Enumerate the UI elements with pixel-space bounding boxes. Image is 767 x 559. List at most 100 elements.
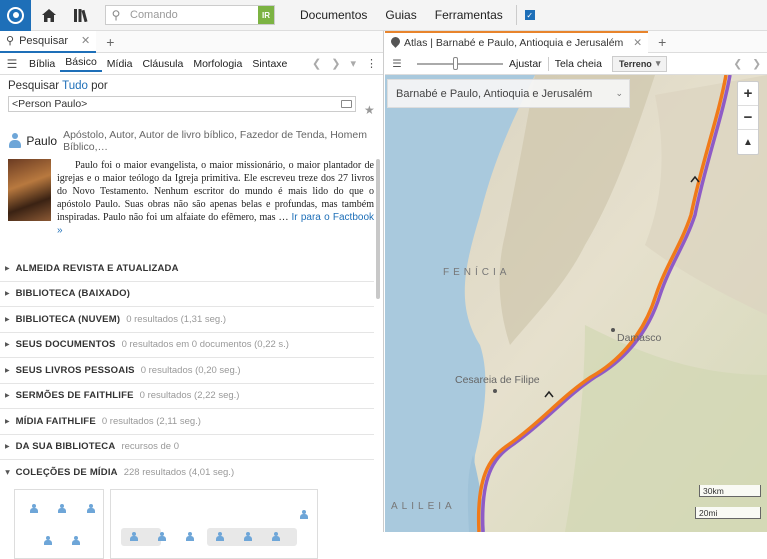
result-name: BIBLIOTECA (BAIXADO) [15,288,131,300]
keyboard-icon[interactable] [341,100,352,108]
search-query: <Person Paulo> [12,98,88,110]
factbook-title[interactable]: Paulo [26,134,57,148]
person-icon [185,532,195,542]
result-row[interactable]: ▶ SEUS LIVROS PESSOAIS 0 resultados (0,20 … [0,358,374,384]
subtab-biblia[interactable]: Bíblia [24,58,60,70]
library-icon[interactable] [67,0,95,31]
chevron-down-icon[interactable]: ▾ [350,57,356,70]
media-collection-card[interactable] [14,489,104,559]
more-options-icon[interactable]: ⋮ [366,57,377,70]
person-icon [29,504,39,514]
tab-atlas-label: Atlas | Barnabé e Paulo, Antioquia e Jer… [404,36,624,49]
menu-guias[interactable]: Guias [376,8,425,22]
zoom-in-button[interactable]: + [738,82,758,106]
media-collection-card[interactable] [110,489,318,559]
layer-select-value: Terreno [618,58,652,69]
menu-documentos[interactable]: Documentos [291,8,376,22]
zoom-out-button[interactable]: − [738,106,758,130]
back-arrow-icon[interactable]: ❮ [312,57,321,70]
panel-nav: ❮ ❯ ▾ ⋮ [312,57,383,70]
star-icon[interactable]: ★ [364,103,375,117]
result-row[interactable]: ▶ BIBLIOTECA (NUVEM) 0 resultados (1,31 se… [0,307,374,333]
go-button[interactable]: IR [258,6,274,24]
result-row[interactable]: ▶ SERMÕES DE FAITHLIFE 0 resultados (2,22 … [0,384,374,409]
expand-triangle-icon[interactable]: ▶ [5,290,10,297]
main-menu: Documentos Guias Ferramentas [291,8,512,22]
command-box[interactable]: ⚲ Comando IR [105,5,275,25]
result-name: SEUS DOCUMENTOS [15,339,116,351]
result-meta: recursos de 0 [121,441,179,453]
subtab-morfologia[interactable]: Morfologia [188,58,247,70]
search-scope-line: Pesquisar Tudo por [0,75,383,94]
result-name: MÍDIA FAITHLIFE [15,415,96,427]
atlas-toolbar: ☰ Ajustar Tela cheia Terreno ▾ ❮ ❯ [385,53,767,75]
city-label[interactable]: Cesareia de Filipe [455,374,540,386]
menu-ferramentas[interactable]: Ferramentas [426,8,512,22]
expand-triangle-icon[interactable]: ▶ [5,316,10,323]
factbook-header: Paulo Apóstolo, Autor, Autor de livro bí… [8,129,374,153]
back-arrow-icon[interactable]: ❮ [733,58,742,70]
city-label[interactable]: Damasco [617,332,661,344]
map-zoom-controls: + − ▲ [737,81,759,155]
result-row[interactable]: ▶ MÍDIA FAITHLIFE 0 resultados (2,11 seg.) [0,409,374,435]
zoom-slider[interactable] [417,56,503,70]
search-scope-link[interactable]: Tudo [62,80,88,92]
layer-select[interactable]: Terreno ▾ [611,55,668,72]
hamburger-menu-icon[interactable]: ☰ [385,58,409,70]
chevron-double-down-icon[interactable]: ⌄ [615,88,623,99]
map-pin-icon [389,35,402,48]
tab-pesquisar[interactable]: ⚲ Pesquisar ✕ [0,30,97,53]
expand-triangle-icon[interactable]: ▶ [5,392,10,399]
scrollbar[interactable] [376,159,380,299]
paul-portrait-image[interactable] [8,159,51,221]
map-title-panel[interactable]: Barnabé e Paulo, Antioquia e Jerusalém ⌄ [387,79,630,108]
result-row[interactable]: ▶ BIBLIOTECA (BAIXADO) [0,282,374,307]
expand-triangle-icon[interactable]: ▶ [5,443,10,450]
expand-triangle-icon[interactable]: ▶ [4,470,11,475]
fit-button[interactable]: Ajustar [503,58,548,70]
close-icon[interactable]: ✕ [633,37,642,49]
subtab-midia[interactable]: Mídia [102,58,138,70]
zoom-slider-handle[interactable] [453,56,458,70]
factbook-body: Paulo foi o maior evangelista, o maior m… [8,159,374,237]
search-input[interactable]: <Person Paulo> [8,96,356,112]
add-tab-icon[interactable]: + [658,34,666,50]
scale-bar-km: 30km [699,485,761,497]
checklist-icon[interactable]: ✓ [524,10,535,20]
result-meta: 0 resultados em 0 documentos (0,22 s.) [121,339,289,351]
result-row[interactable]: ▶ COLEÇÕES DE MÍDIA 228 resultados (4,01 s… [0,460,374,486]
expand-triangle-icon[interactable]: ▶ [5,418,10,425]
terrain-map [385,75,767,532]
command-input[interactable]: Comando [126,9,258,21]
forward-arrow-icon[interactable]: ❯ [331,57,340,70]
map-canvas[interactable]: Barnabé e Paulo, Antioquia e Jerusalém ⌄… [385,75,767,532]
expand-triangle-icon[interactable]: ▶ [5,367,10,374]
result-name: ALMEIDA REVISTA E ATUALIZADA [15,262,179,274]
subtab-sintaxe[interactable]: Sintaxe [247,58,292,70]
forward-arrow-icon[interactable]: ❯ [752,58,761,70]
home-icon[interactable] [35,0,63,31]
tab-atlas[interactable]: Atlas | Barnabé e Paulo, Antioquia e Jer… [385,30,649,53]
fullscreen-button[interactable]: Tela cheia [549,58,608,70]
logos-logo-icon[interactable] [0,0,31,31]
expand-triangle-icon[interactable]: ▶ [5,341,10,348]
result-row[interactable]: ▶ DA SUA BIBLIOTECA recursos de 0 [0,435,374,460]
person-icon [71,536,81,546]
result-row[interactable]: ▶ ALMEIDA REVISTA E ATUALIZADA [0,256,374,282]
subtab-clausula[interactable]: Cláusula [137,58,188,70]
person-icon [157,532,167,542]
compass-reset-button[interactable]: ▲ [738,130,758,154]
left-tabstrip: ⚲ Pesquisar ✕ + [0,30,383,53]
person-icon [57,504,67,514]
subtab-basico[interactable]: Básico [60,56,102,72]
add-tab-icon[interactable]: + [106,34,114,50]
result-name: SERMÕES DE FAITHLIFE [15,390,134,402]
search-icon: ⚲ [111,8,121,22]
close-icon[interactable]: ✕ [81,34,90,47]
result-row[interactable]: ▶ SEUS DOCUMENTOS 0 resultados em 0 docume… [0,333,374,358]
hamburger-menu-icon[interactable]: ☰ [0,57,24,71]
result-meta: 228 resultados (4,01 seg.) [123,467,235,479]
expand-triangle-icon[interactable]: ▶ [5,265,10,272]
factbook-card: Paulo Apóstolo, Autor, Autor de livro bí… [8,129,374,237]
search-type-tabs: ☰ Bíblia Básico Mídia Cláusula Morfologi… [0,53,383,75]
